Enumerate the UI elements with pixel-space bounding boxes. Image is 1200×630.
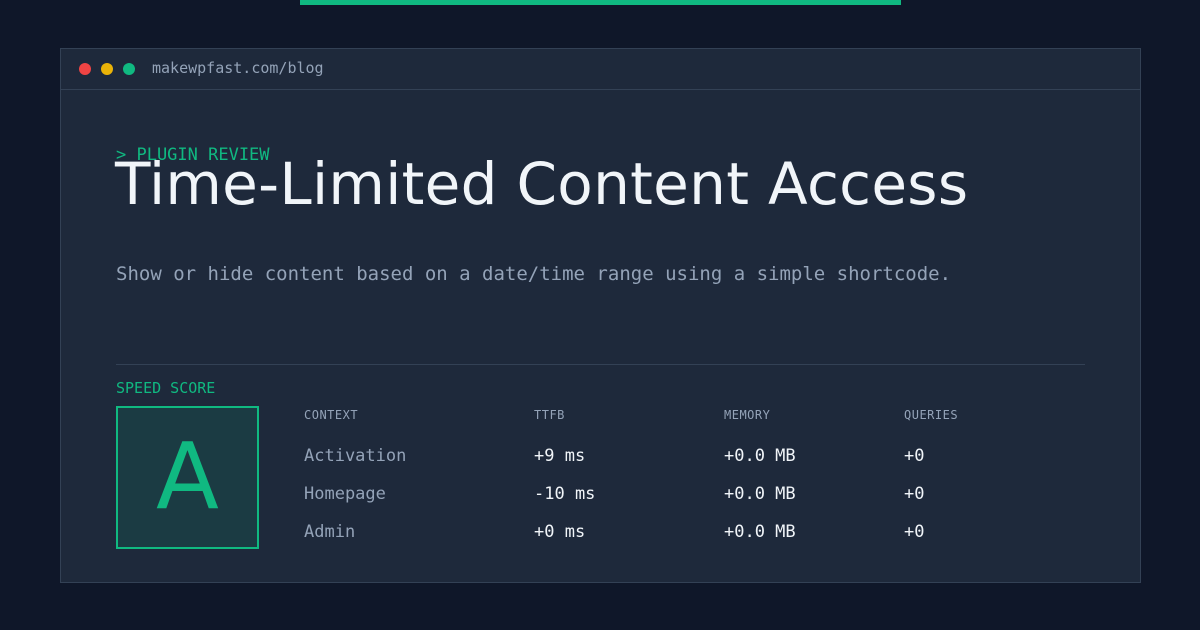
column-header-context: CONTEXT	[304, 408, 359, 422]
browser-window: makewpfast.com/blog > PLUGIN REVIEW Time…	[60, 48, 1141, 583]
row-ttfb-cell: +9 ms	[534, 446, 586, 466]
row-memory-cell: +0.0 MB	[724, 484, 796, 504]
speed-score-label: SPEED SCORE	[116, 379, 216, 397]
column-header-queries: QUERIES	[904, 408, 959, 422]
row-ttfb-cell: -10 ms	[534, 484, 596, 504]
close-dot-icon	[79, 63, 91, 75]
row-context-cell: Activation	[304, 446, 407, 466]
row-context-cell: Homepage	[304, 484, 386, 504]
window-titlebar: makewpfast.com/blog	[61, 49, 1140, 90]
row-memory-cell: +0.0 MB	[724, 522, 796, 542]
speed-grade: A	[156, 423, 219, 530]
row-queries-cell: +0	[904, 446, 925, 466]
row-queries-cell: +0	[904, 484, 925, 504]
maximize-dot-icon	[123, 63, 135, 75]
row-ttfb-cell: +0 ms	[534, 522, 586, 542]
article-title: Time-Limited Content Access	[115, 150, 969, 218]
article-subtitle: Show or hide content based on a date/tim…	[116, 263, 952, 285]
minimize-dot-icon	[101, 63, 113, 75]
row-context-cell: Admin	[304, 522, 356, 542]
speed-grade-box: A	[116, 406, 259, 549]
column-header-ttfb: TTFB	[534, 408, 565, 422]
row-queries-cell: +0	[904, 522, 925, 542]
column-header-memory: MEMORY	[724, 408, 771, 422]
row-memory-cell: +0.0 MB	[724, 446, 796, 466]
window-url: makewpfast.com/blog	[152, 59, 324, 77]
top-accent-bar	[300, 0, 901, 5]
section-divider	[116, 364, 1085, 365]
